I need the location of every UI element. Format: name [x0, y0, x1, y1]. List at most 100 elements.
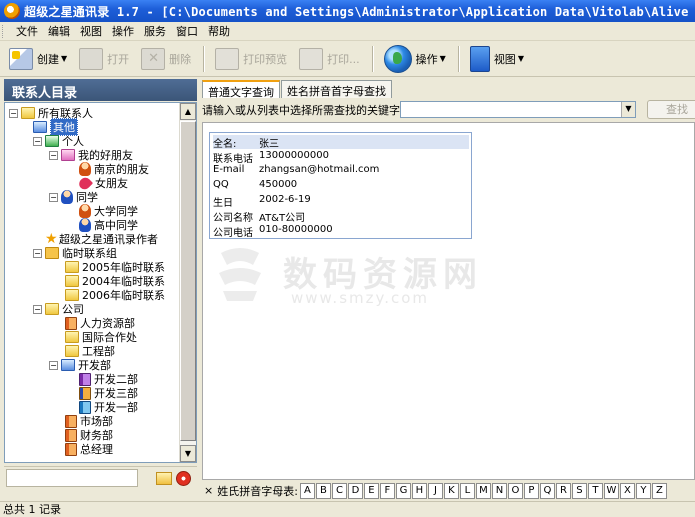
card-row-phone: 联系电话 13000000000 — [213, 150, 329, 165]
letter-button[interactable]: S — [571, 482, 587, 499]
tree-node-market[interactable]: 市场部 — [65, 414, 113, 428]
menu-view[interactable]: 视图 — [75, 23, 107, 39]
close-icon[interactable]: × — [204, 484, 213, 497]
tree-node-other[interactable]: 其他 — [21, 118, 78, 136]
folder-icon[interactable] — [156, 472, 172, 485]
delete-button[interactable]: 删除 — [136, 44, 196, 74]
letter-button[interactable]: D — [347, 482, 363, 499]
folder-icon — [45, 135, 59, 147]
letter-button[interactable]: R — [555, 482, 571, 499]
print-preview-button[interactable]: 打印预览 — [210, 44, 292, 74]
letter-button[interactable]: Z — [651, 482, 667, 499]
tree-node-highschool[interactable]: 高中同学 — [79, 218, 138, 232]
letter-button[interactable]: O — [507, 482, 523, 499]
letter-button[interactable]: M — [475, 482, 491, 499]
letter-button[interactable]: Y — [635, 482, 651, 499]
menu-help[interactable]: 帮助 — [203, 23, 235, 39]
toolbar-separator — [457, 45, 460, 72]
tree-node-temp[interactable]: − 临时联系组 — [33, 246, 117, 260]
pinyin-alphabet-bar: × 姓氏拼音字母表: A B C D E F G H J K L M N O P… — [202, 480, 695, 501]
tree-node-eng[interactable]: 工程部 — [65, 344, 115, 358]
letter-button[interactable]: K — [443, 482, 459, 499]
letter-button[interactable]: P — [523, 482, 539, 499]
contact-card[interactable]: 全名: 张三 联系电话 13000000000 E-mail zhangsan@… — [209, 132, 472, 239]
tree-node-girlfriend[interactable]: 女朋友 — [76, 174, 128, 192]
view-button[interactable]: 视图 ▼ — [465, 44, 529, 74]
letter-button[interactable]: A — [299, 482, 315, 499]
open-button[interactable]: 打开 — [74, 44, 134, 74]
collapse-icon[interactable]: − — [49, 150, 58, 160]
collapse-icon[interactable]: − — [33, 136, 42, 146]
tab-pinyin-search[interactable]: 姓名拼音首字母查找 — [281, 80, 392, 98]
scroll-up-icon[interactable]: ▲ — [180, 103, 196, 120]
collapse-icon[interactable]: − — [33, 248, 42, 258]
print-label: 打印... — [327, 52, 360, 66]
tree-node-temp2006[interactable]: 2006年临时联系 — [65, 288, 165, 302]
operate-button[interactable]: 操作 ▼ — [379, 44, 451, 74]
tree-node-dev2[interactable]: 开发二部 — [79, 372, 138, 386]
menu-edit[interactable]: 编辑 — [43, 23, 75, 39]
tree-node-friends[interactable]: − 我的好朋友 — [49, 148, 133, 162]
tab-text-search[interactable]: 普通文字查询 — [202, 80, 280, 99]
toolbar-separator — [203, 45, 206, 72]
field-value: 450000 — [259, 179, 298, 190]
tree-node-company[interactable]: − 公司 — [33, 302, 84, 316]
print-button[interactable]: 打印... — [294, 44, 365, 74]
tree-node-finance[interactable]: 财务部 — [65, 428, 113, 442]
letter-button[interactable]: T — [587, 482, 603, 499]
letter-button[interactable]: W — [603, 482, 619, 499]
letter-button[interactable]: F — [379, 482, 395, 499]
letter-button[interactable]: Q — [539, 482, 555, 499]
letter-button[interactable]: E — [363, 482, 379, 499]
letter-button[interactable]: J — [427, 482, 443, 499]
left-panel-footer — [4, 466, 197, 490]
quick-filter-box[interactable] — [6, 469, 138, 487]
tree-node-dev[interactable]: − 开发部 — [49, 358, 111, 372]
field-key: E-mail — [213, 164, 245, 175]
alphabet-label: 姓氏拼音字母表: — [217, 484, 298, 498]
create-button[interactable]: 创建 ▼ — [4, 44, 72, 74]
tree-node-temp2005[interactable]: 2005年临时联系 — [65, 260, 165, 274]
collapse-icon[interactable]: − — [49, 360, 58, 370]
tree-node-classmates[interactable]: − 同学 — [49, 190, 98, 204]
find-button[interactable]: 查找 — [647, 100, 695, 119]
search-tabs: 普通文字查询 姓名拼音首字母查找 — [202, 80, 393, 99]
scroll-down-icon[interactable]: ▼ — [180, 445, 196, 462]
keyword-combobox[interactable]: ▼ — [400, 101, 636, 118]
letter-button[interactable]: H — [411, 482, 427, 499]
close-circle-icon[interactable] — [176, 471, 191, 486]
letter-button[interactable]: X — [619, 482, 635, 499]
letter-button[interactable]: L — [459, 482, 475, 499]
collapse-icon[interactable]: − — [49, 192, 58, 202]
tree-node-author[interactable]: ★ 超级之星通讯录作者 — [45, 232, 158, 246]
letter-button[interactable]: G — [395, 482, 411, 499]
letter-button[interactable]: N — [491, 482, 507, 499]
window-title: 超级之星通讯录 1.7 - [C:\Documents and Settings… — [24, 4, 695, 19]
tree-node-dev3[interactable]: 开发三部 — [79, 386, 138, 400]
tree-node-nanjing[interactable]: 南京的朋友 — [79, 162, 149, 176]
tree-node-personal[interactable]: − 个人 — [33, 134, 84, 148]
field-value: zhangsan@hotmail.com — [259, 164, 380, 175]
tree-label: 女朋友 — [95, 177, 128, 190]
tree-node-gm[interactable]: 总经理 — [65, 442, 113, 456]
collapse-icon[interactable]: − — [33, 304, 42, 314]
collapse-icon[interactable]: − — [9, 108, 18, 118]
letter-button[interactable]: B — [315, 482, 331, 499]
tree-node-hr[interactable]: 人力资源部 — [65, 316, 135, 330]
scroll-thumb[interactable] — [180, 121, 196, 441]
globe-icon — [383, 44, 412, 73]
tree-scrollbar[interactable]: ▲ ▼ — [179, 103, 196, 462]
menu-service[interactable]: 服务 — [139, 23, 171, 39]
tree-node-temp2004[interactable]: 2004年临时联系 — [65, 274, 165, 288]
tree-node-dev1[interactable]: 开发一部 — [79, 400, 138, 414]
tree-node-university[interactable]: 大学同学 — [79, 204, 138, 218]
field-value: 2002-6-19 — [259, 194, 311, 205]
letter-button[interactable]: C — [331, 482, 347, 499]
menu-operate[interactable]: 操作 — [107, 23, 139, 39]
menu-file[interactable]: 文件 — [11, 23, 43, 39]
chevron-down-icon: ▼ — [61, 54, 68, 63]
tree-node-intl[interactable]: 国际合作处 — [65, 330, 137, 344]
chevron-down-icon[interactable]: ▼ — [621, 102, 635, 117]
book-icon — [65, 414, 77, 428]
menu-window[interactable]: 窗口 — [171, 23, 203, 39]
